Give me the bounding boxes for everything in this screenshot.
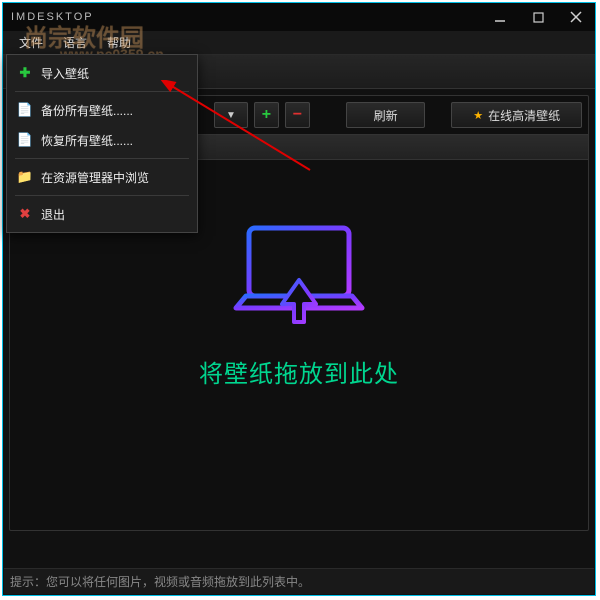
menu-restore-label: 恢复所有壁纸...... [41,132,133,149]
statusbar: 提示：您可以将任何图片，视频或音频拖放到此列表中。 [4,568,594,594]
folder-icon: 📁 [17,169,33,185]
close-icon: ✖ [17,206,33,222]
app-title: IMDESKTOP [11,11,94,23]
plus-icon: ✚ [17,65,33,81]
menu-help[interactable]: 帮助 [97,31,141,54]
document-icon: 📄 [17,102,33,118]
document-icon: 📄 [17,132,33,148]
menu-separator [15,195,189,196]
close-button[interactable] [557,3,595,31]
add-button[interactable]: + [254,102,279,128]
menu-separator [15,158,189,159]
menu-file[interactable]: 文件 [9,31,53,54]
minimize-button[interactable] [481,3,519,31]
menubar: 文件 语言 帮助 [3,31,595,55]
drop-text: 将壁纸拖放到此处 [10,354,588,389]
titlebar: IMDESKTOP [3,3,595,31]
refresh-label: 刷新 [374,107,398,124]
menu-import-label: 导入壁纸 [41,65,89,82]
filter-dropdown[interactable]: ▼ [214,102,248,128]
chevron-down-icon: ▼ [226,110,236,121]
menu-separator [15,91,189,92]
plus-icon: + [262,106,271,124]
star-icon: ★ [473,109,483,122]
menu-browse-explorer[interactable]: 📁 在资源管理器中浏览 [7,162,197,192]
col-action: 操作 [150,139,588,156]
menu-restore-all[interactable]: 📄 恢复所有壁纸...... [7,125,197,155]
maximize-button[interactable] [519,3,557,31]
remove-button[interactable]: − [285,102,310,128]
menu-backup-all[interactable]: 📄 备份所有壁纸...... [7,95,197,125]
laptop-icon [224,220,374,330]
menu-exit[interactable]: ✖ 退出 [7,199,197,229]
file-menu-dropdown: ✚ 导入壁纸 📄 备份所有壁纸...... 📄 恢复所有壁纸...... 📁 在… [6,54,198,233]
menu-import-wallpaper[interactable]: ✚ 导入壁纸 [7,58,197,88]
refresh-button[interactable]: 刷新 [346,102,426,128]
minus-icon: − [293,106,302,124]
online-label: 在线高清壁纸 [488,107,560,124]
online-wallpaper-button[interactable]: ★ 在线高清壁纸 [451,102,582,128]
menu-backup-label: 备份所有壁纸...... [41,102,133,119]
status-text: 提示：您可以将任何图片，视频或音频拖放到此列表中。 [10,573,310,590]
menu-browse-label: 在资源管理器中浏览 [41,169,149,186]
menu-language[interactable]: 语言 [53,31,97,54]
menu-exit-label: 退出 [41,206,65,223]
